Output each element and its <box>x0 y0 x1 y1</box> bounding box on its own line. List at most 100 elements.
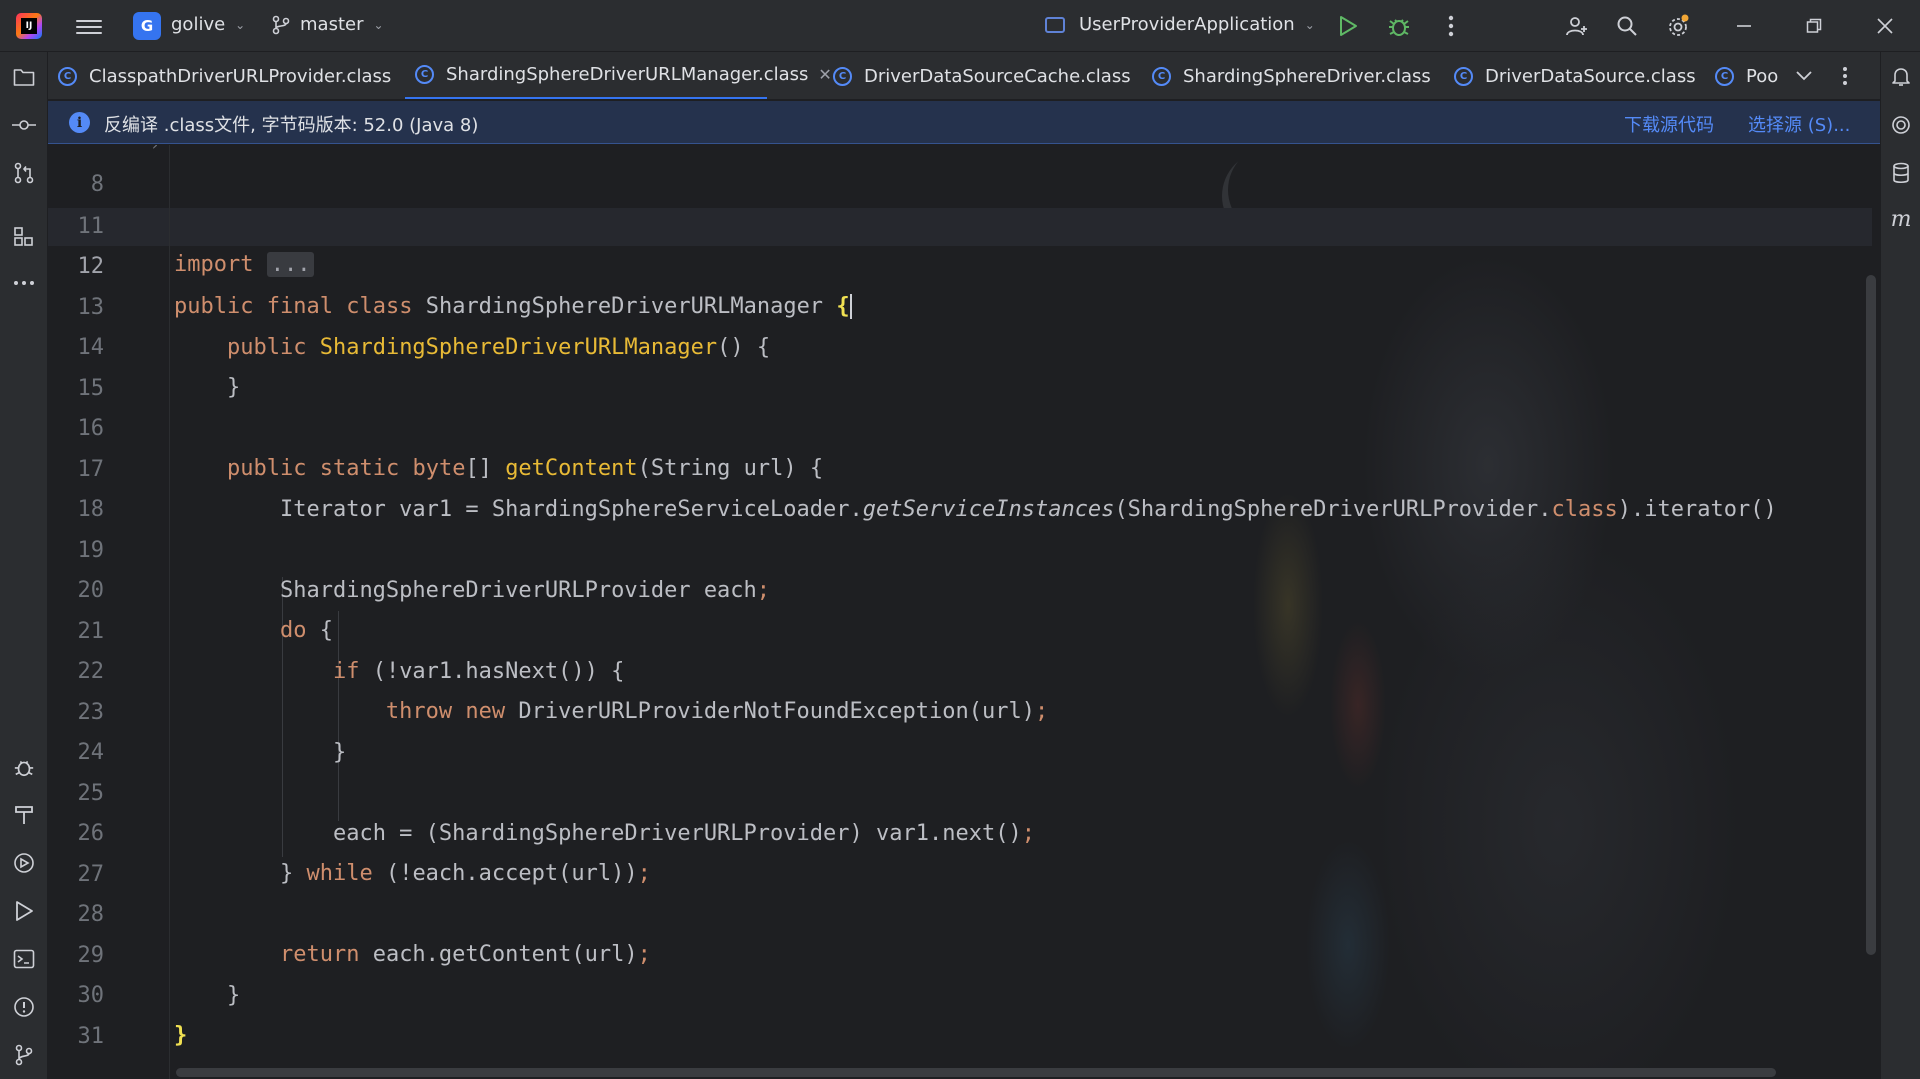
choose-sources-link[interactable]: 选择源 (S)... <box>1748 111 1850 137</box>
maven-button[interactable]: m <box>1886 204 1916 234</box>
gear-icon <box>1669 14 1689 36</box>
debug-tool-button[interactable] <box>9 752 39 782</box>
class-icon: C <box>1454 66 1473 86</box>
maven-icon: m <box>1890 206 1912 232</box>
project-name: golive <box>171 14 226 35</box>
code-line-30: 30 } <box>48 936 1872 1048</box>
class-icon: C <box>58 66 77 86</box>
more-tools-button[interactable] <box>9 268 39 298</box>
tab-driver-data-source[interactable]: C DriverDataSource.class <box>1444 52 1704 99</box>
code-line-18: 18 <box>48 450 1872 522</box>
notifications-button[interactable] <box>1886 62 1916 92</box>
matched-brace: } <box>174 1023 188 1048</box>
search-icon <box>1617 16 1637 36</box>
add-user-button[interactable] <box>1560 10 1594 42</box>
commit-tool-button[interactable] <box>9 110 39 140</box>
spiral-icon <box>1892 116 1910 134</box>
tab-sharding-sphere-driver[interactable]: C ShardingSphereDriver.class <box>1142 52 1432 99</box>
settings-button[interactable] <box>1661 10 1695 42</box>
run-config-icon <box>1045 16 1065 33</box>
tab-classpath-driver-url-provider[interactable]: C ClasspathDriverURLProvider.class <box>48 52 400 99</box>
tab-list-dropdown[interactable] <box>1789 61 1819 91</box>
project-tool-button[interactable] <box>9 62 39 92</box>
services-icon <box>14 853 34 873</box>
more-actions-button[interactable] <box>1434 10 1468 42</box>
ai-assistant-button[interactable] <box>1886 110 1916 140</box>
terminal-tool-button[interactable] <box>9 944 39 974</box>
run-button[interactable] <box>1331 10 1365 42</box>
tab-label: DriverDataSourceCache.class <box>864 65 1131 87</box>
code-line-28: 28 return each.getContent(url); <box>48 855 1872 967</box>
close-icon <box>1877 18 1893 34</box>
search-button[interactable] <box>1610 10 1644 42</box>
tab-label: ClasspathDriverURLProvider.class <box>89 65 392 87</box>
code-line-13: 13 public ShardingSphereDriverURLManager… <box>48 248 1872 360</box>
code-line-29: 29 } <box>48 896 1872 1008</box>
decompiled-info-banner: i 反编译 .class文件, 字节码版本: 52.0 (Java 8) 下载源… <box>48 101 1880 144</box>
more-vertical-icon <box>1843 67 1847 85</box>
fold-expand-icon[interactable]: › <box>150 145 160 165</box>
git-branch-icon <box>15 1044 33 1066</box>
code-line-31: 31 <box>48 977 1872 1049</box>
intellij-logo-icon[interactable]: IJ <box>16 13 42 39</box>
more-horizontal-icon <box>14 281 34 285</box>
chevron-down-icon <box>1796 71 1812 81</box>
database-icon <box>1893 162 1909 184</box>
download-sources-link[interactable]: 下载源代码 <box>1624 111 1714 137</box>
project-selector[interactable]: golive ⌄ <box>171 14 245 35</box>
code-line-8: 8 › import ... <box>48 145 1872 277</box>
commit-icon <box>12 120 36 130</box>
code-line-27: 27 <box>48 815 1872 887</box>
structure-tool-button[interactable] <box>9 222 39 252</box>
tab-options-button[interactable] <box>1830 61 1860 91</box>
run-tool-button[interactable] <box>9 896 39 926</box>
left-tool-strip <box>0 52 48 1079</box>
class-icon: C <box>1152 66 1171 86</box>
logo-text: IJ <box>21 18 37 34</box>
chevron-down-icon: ⌄ <box>373 17 384 32</box>
structure-icon <box>14 227 33 246</box>
debug-button[interactable] <box>1382 10 1416 42</box>
code-line-15: 15 <box>48 329 1872 401</box>
code-line-11: 11 <box>48 167 1872 239</box>
project-badge[interactable]: G <box>133 12 161 40</box>
class-icon: C <box>415 65 434 84</box>
code-line-19: 19 ShardingSphereDriverURLProvider each; <box>48 491 1872 603</box>
close-window-button[interactable] <box>1868 10 1902 42</box>
bug-icon <box>1389 19 1409 36</box>
git-tool-button[interactable] <box>9 1040 39 1070</box>
info-icon: i <box>69 112 90 133</box>
database-button[interactable] <box>1886 158 1916 188</box>
tab-label: Poo <box>1746 65 1779 87</box>
tab-driver-data-source-cache[interactable]: C DriverDataSourceCache.class <box>823 52 1131 99</box>
code-line-20: 20 do { <box>48 531 1872 643</box>
run-config-selector[interactable]: UserProviderApplication ⌄ <box>1045 14 1315 35</box>
restore-button[interactable] <box>1797 10 1831 42</box>
class-icon: C <box>833 66 852 86</box>
bell-icon <box>1892 68 1910 86</box>
pull-request-icon <box>14 162 34 184</box>
tab-label: DriverDataSource.class <box>1485 65 1696 87</box>
minimize-button[interactable] <box>1727 10 1761 42</box>
vertical-scrollbar[interactable] <box>1866 275 1876 955</box>
problems-tool-button[interactable] <box>9 992 39 1022</box>
build-tool-button[interactable] <box>9 800 39 830</box>
branch-name: master <box>300 14 364 35</box>
warning-circle-icon <box>14 997 34 1017</box>
tab-label: ShardingSphereDriverURLManager.class <box>446 64 809 85</box>
chevron-down-icon: ⌄ <box>1304 17 1315 32</box>
pull-requests-tool-button[interactable] <box>9 158 39 188</box>
folder-icon <box>13 69 35 86</box>
tab-label: ShardingSphereDriver.class <box>1183 65 1431 87</box>
code-line-14: 14 } <box>48 288 1872 400</box>
tab-sharding-sphere-driver-url-manager[interactable]: C ShardingSphereDriverURLManager.class ✕ <box>405 52 832 99</box>
main-menu-icon[interactable] <box>76 16 102 36</box>
code-line-24: 24 <box>48 693 1872 765</box>
branch-selector[interactable]: master ⌄ <box>272 14 384 35</box>
services-tool-button[interactable] <box>9 848 39 878</box>
code-editor[interactable]: 8 › import ... 11 12 public final class … <box>48 145 1880 1079</box>
code-line-17: 17 Iterator var1 = ShardingSphereService… <box>48 410 1872 522</box>
code-line-23: 23 } <box>48 653 1872 765</box>
horizontal-scrollbar[interactable] <box>176 1068 1776 1077</box>
line-number: 31 <box>77 1024 105 1049</box>
